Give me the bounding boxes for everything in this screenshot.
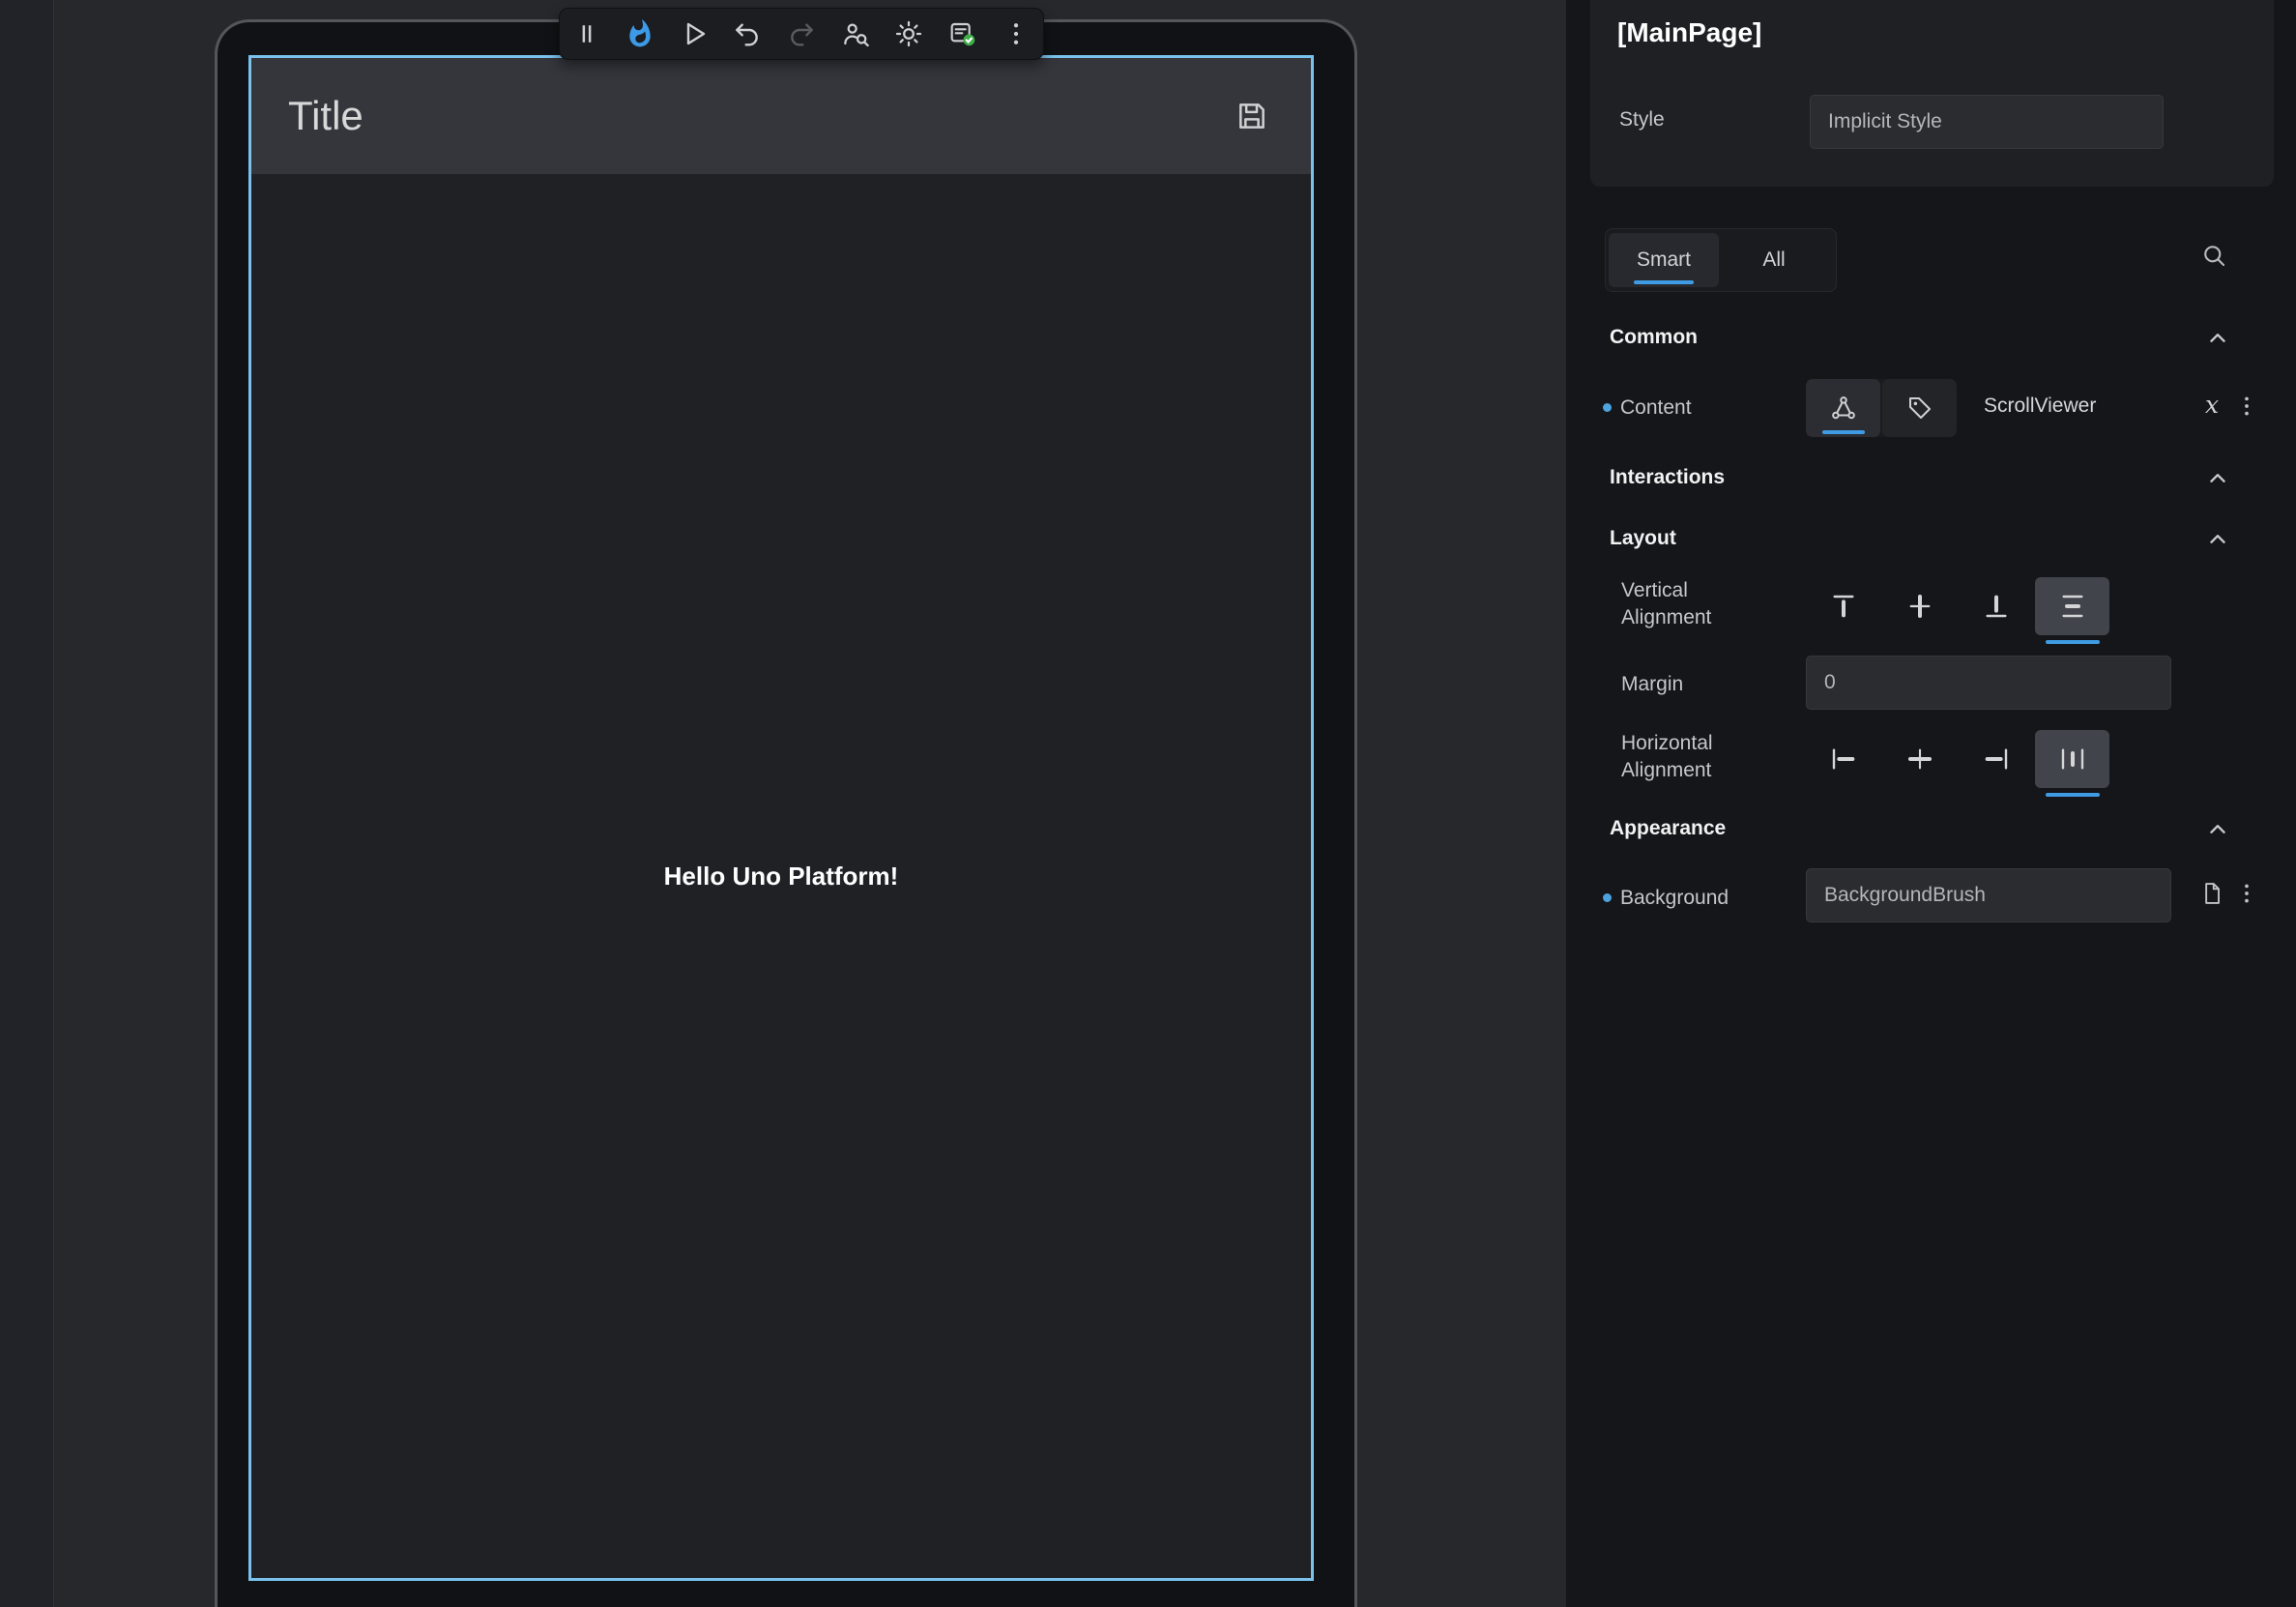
- valign-bottom-button[interactable]: [1959, 577, 2033, 635]
- search-properties-button[interactable]: [2193, 234, 2235, 277]
- content-more-button[interactable]: [2229, 389, 2264, 424]
- background-label: Background: [1620, 885, 1729, 912]
- inspect-element-button[interactable]: [834, 13, 877, 55]
- active-indicator: [2046, 793, 2100, 797]
- align-hcenter-icon: [1904, 744, 1935, 774]
- hot-reload-button[interactable]: [619, 13, 661, 55]
- redo-button[interactable]: [780, 13, 823, 55]
- section-common-title: Common: [1610, 326, 1698, 349]
- properties-panel: [MainPage] Style Smart All Common Conten…: [1566, 0, 2296, 1607]
- margin-input[interactable]: [1806, 656, 2171, 710]
- valign-top-button[interactable]: [1806, 577, 1880, 635]
- content-label: Content: [1620, 394, 1692, 422]
- play-icon: [679, 18, 710, 49]
- chevron-up-icon: [2205, 326, 2230, 351]
- search-icon: [2199, 241, 2228, 270]
- tab-all[interactable]: All: [1719, 233, 1829, 287]
- app-title-bar: Title: [251, 58, 1311, 174]
- selected-element-card: [MainPage] Style: [1590, 0, 2274, 187]
- kebab-icon: [2234, 881, 2259, 906]
- tag-icon: [1905, 394, 1934, 423]
- valign-center-button[interactable]: [1882, 577, 1957, 635]
- hello-text: Hello Uno Platform!: [664, 862, 899, 891]
- validation-button[interactable]: [942, 13, 984, 55]
- halign-left-button[interactable]: [1806, 730, 1880, 788]
- active-indicator: [1634, 280, 1694, 284]
- x-markup-icon: x: [2205, 391, 2219, 419]
- section-interactions-title: Interactions: [1610, 466, 1725, 489]
- active-indicator: [2046, 640, 2100, 644]
- device-frame: Title Hello Uno Platform!: [215, 19, 1357, 1607]
- horizontal-alignment-buttons: [1806, 730, 2109, 788]
- halign-stretch-button[interactable]: [2035, 730, 2109, 788]
- chevron-up-icon: [2205, 817, 2230, 842]
- content-designer-mode-button[interactable]: [1806, 379, 1880, 437]
- more-options-kebab-icon: [1002, 19, 1031, 48]
- tab-all-label: All: [1762, 248, 1785, 271]
- active-indicator: [1822, 430, 1865, 434]
- style-label: Style: [1619, 108, 1665, 131]
- style-input[interactable]: [1810, 95, 2164, 149]
- collapse-common-button[interactable]: [2200, 322, 2235, 355]
- toolbar-drag-handle[interactable]: [566, 13, 608, 55]
- halign-right-button[interactable]: [1959, 730, 2033, 788]
- valign-stretch-button[interactable]: [2035, 577, 2109, 635]
- theme-toggle-sun-icon: [893, 18, 924, 49]
- app-title-text: Title: [288, 93, 363, 139]
- align-vcenter-icon: [1904, 591, 1935, 622]
- align-vstretch-icon: [2057, 591, 2088, 622]
- align-hstretch-icon: [2057, 744, 2088, 774]
- content-value[interactable]: ScrollViewer: [1984, 394, 2096, 418]
- background-more-button[interactable]: [2229, 876, 2264, 911]
- undo-button[interactable]: [726, 13, 769, 55]
- kebab-icon: [2234, 394, 2259, 419]
- tab-smart[interactable]: Smart: [1609, 233, 1719, 287]
- align-bottom-icon: [1981, 591, 2012, 622]
- background-resource-button[interactable]: [2194, 876, 2229, 911]
- validation-checklist-icon: [947, 18, 978, 49]
- drag-handle-icon: [572, 19, 601, 48]
- margin-label: Margin: [1621, 671, 1683, 698]
- chevron-up-icon: [2205, 466, 2230, 491]
- hot-design-window: { "colors": { "accent": "#3f9be4", "sele…: [0, 0, 2296, 1607]
- save-button[interactable]: [1230, 94, 1274, 138]
- vertical-alignment-buttons: [1806, 577, 2109, 635]
- horizontal-alignment-label: Horizontal Alignment: [1621, 730, 1776, 784]
- collapse-interactions-button[interactable]: [2200, 462, 2235, 495]
- redo-icon: [786, 18, 817, 49]
- content-markup-extension-button[interactable]: x: [2194, 387, 2229, 422]
- component-icon: [1829, 394, 1858, 423]
- save-floppy-icon: [1233, 97, 1271, 135]
- content-tag-mode-button[interactable]: [1882, 379, 1957, 437]
- background-input[interactable]: [1806, 868, 2171, 922]
- collapse-appearance-button[interactable]: [2200, 813, 2235, 846]
- undo-icon: [732, 18, 763, 49]
- chevron-up-icon: [2205, 527, 2230, 552]
- section-layout-title: Layout: [1610, 527, 1676, 550]
- page-title: [MainPage]: [1617, 17, 1761, 48]
- window-edge-strip: [0, 0, 54, 1607]
- tab-smart-label: Smart: [1637, 248, 1691, 271]
- collapse-layout-button[interactable]: [2200, 523, 2235, 556]
- halign-center-button[interactable]: [1882, 730, 1957, 788]
- align-right-icon: [1981, 744, 2012, 774]
- app-content-area[interactable]: Hello Uno Platform!: [251, 174, 1311, 1578]
- align-top-icon: [1828, 591, 1859, 622]
- inspect-element-icon: [840, 18, 871, 49]
- background-modified-dot: [1603, 893, 1612, 902]
- design-surface-selected-page[interactable]: Title Hello Uno Platform!: [248, 55, 1314, 1581]
- play-button[interactable]: [673, 13, 715, 55]
- property-tabs: Smart All: [1605, 228, 1837, 292]
- designer-toolbar: [559, 8, 1044, 60]
- section-appearance-title: Appearance: [1610, 817, 1726, 840]
- content-modified-dot: [1603, 403, 1612, 412]
- align-left-icon: [1828, 744, 1859, 774]
- content-editor-mode-toggle: [1806, 379, 1957, 437]
- vertical-alignment-label: Vertical Alignment: [1621, 577, 1766, 631]
- theme-toggle-button[interactable]: [887, 13, 930, 55]
- hot-reload-flame-icon: [625, 18, 655, 49]
- more-options-button[interactable]: [995, 13, 1037, 55]
- document-icon: [2198, 880, 2225, 907]
